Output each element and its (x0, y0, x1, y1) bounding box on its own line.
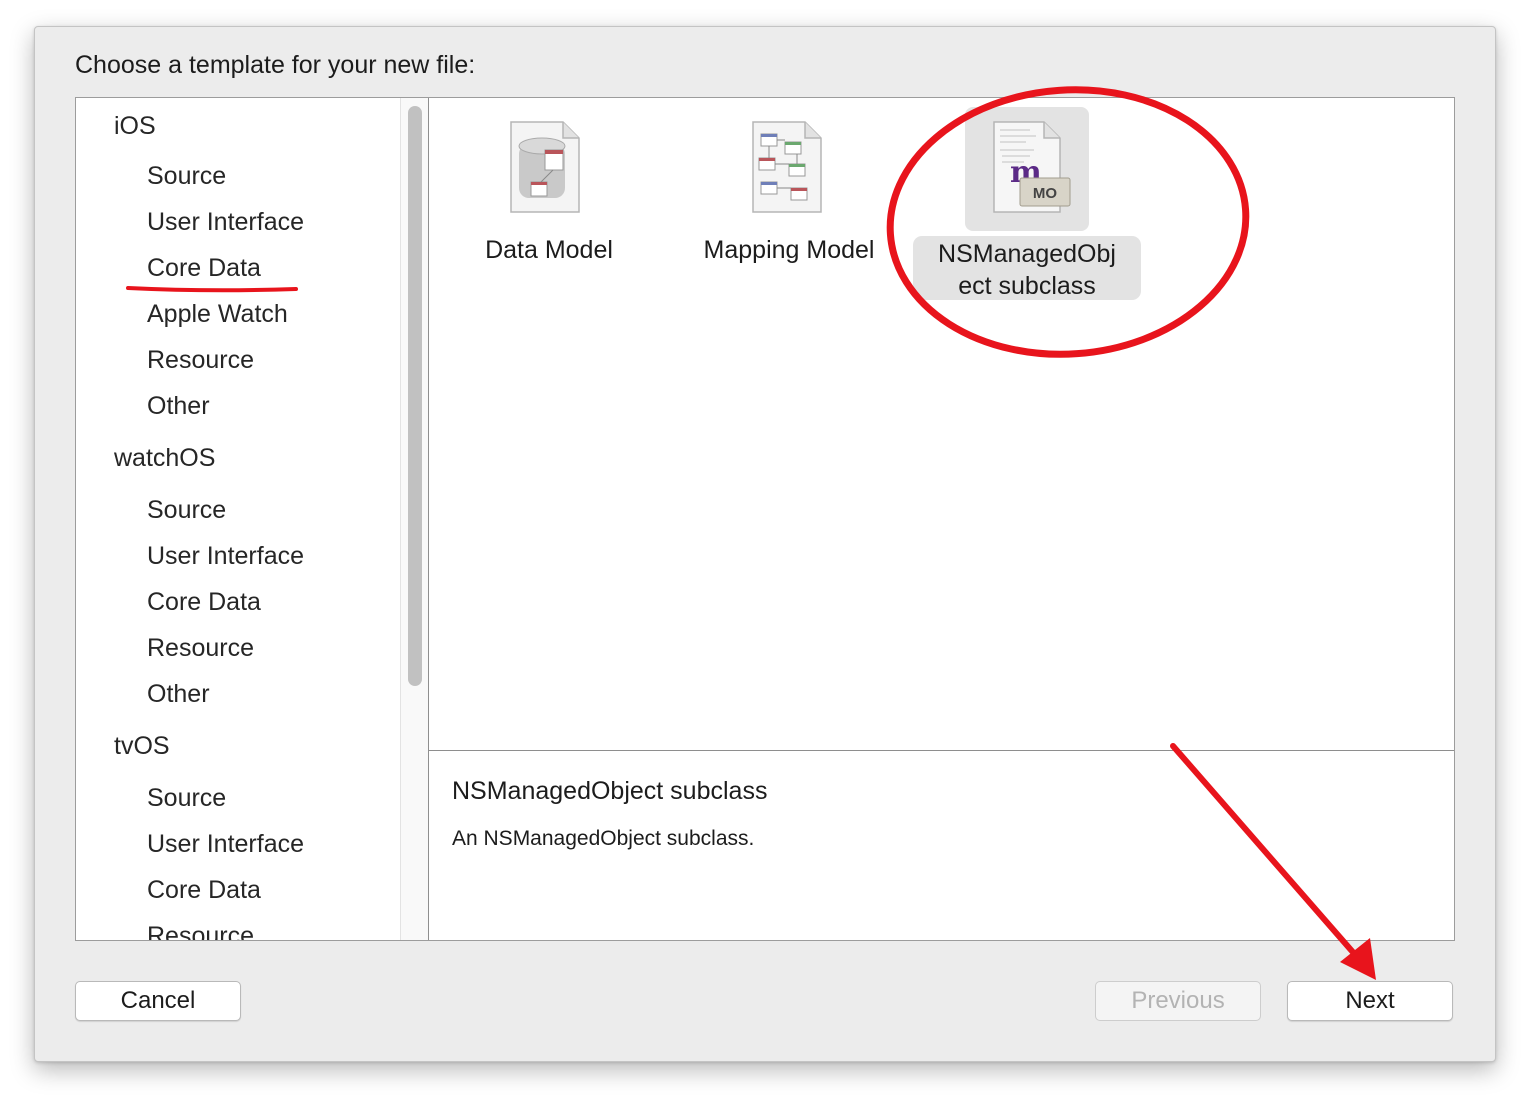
sidebar-item-ios-user-interface[interactable]: User Interface (147, 208, 304, 237)
sidebar-item-tvos-user-interface[interactable]: User Interface (147, 830, 304, 859)
sidebar-item-watchos-user-interface[interactable]: User Interface (147, 542, 304, 571)
template-description-area: NSManagedObject subclass An NSManagedObj… (429, 750, 1454, 940)
template-nsmanagedobject-label-line2: ect subclass (958, 272, 1096, 300)
sidebar-item-ios-apple-watch[interactable]: Apple Watch (147, 300, 288, 329)
template-grid: Data Model Mapping Model m MO NSManagedO… (429, 98, 1454, 750)
sidebar-scrollbar-thumb[interactable] (408, 106, 422, 686)
sidebar-item-tvos-source[interactable]: Source (147, 784, 226, 813)
next-button[interactable]: Next (1287, 981, 1453, 1021)
sidebar-item-tvos-resource[interactable]: Resource (147, 922, 254, 940)
template-description-title: NSManagedObject subclass (452, 777, 768, 805)
sidebar-item-ios-resource[interactable]: Resource (147, 346, 254, 375)
sidebar-item-watchos-other[interactable]: Other (147, 680, 210, 709)
sidebar-item-tvos-core-data[interactable]: Core Data (147, 876, 261, 905)
new-file-dialog: Choose a template for your new file: iOS… (34, 26, 1496, 1062)
template-description-text: An NSManagedObject subclass. (452, 827, 755, 850)
nsmanagedobject-icon-badge: MO (1033, 185, 1057, 202)
template-chooser-panel: iOS Source User Interface Core Data Appl… (75, 97, 1455, 941)
sidebar-item-watchos-source[interactable]: Source (147, 496, 226, 525)
previous-button[interactable]: Previous (1095, 981, 1261, 1021)
sidebar-platform-ios: iOS (114, 112, 156, 140)
sidebar-platform-tvos: tvOS (114, 732, 170, 760)
sidebar-item-ios-core-data[interactable]: Core Data (147, 254, 261, 283)
sidebar-item-ios-other[interactable]: Other (147, 392, 210, 421)
sidebar-platform-watchos: watchOS (114, 444, 216, 472)
platform-sidebar: iOS Source User Interface Core Data Appl… (76, 98, 400, 940)
template-nsmanagedobject-label-line1: NSManagedObj (938, 240, 1116, 268)
nsmanagedobject-icon: m MO (993, 121, 1071, 213)
dialog-prompt: Choose a template for your new file: (75, 51, 476, 79)
sidebar-item-ios-source[interactable]: Source (147, 162, 226, 191)
sidebar-item-watchos-resource[interactable]: Resource (147, 634, 254, 663)
cancel-button[interactable]: Cancel (75, 981, 241, 1021)
sidebar-scrollbar[interactable] (400, 98, 429, 940)
sidebar-item-watchos-core-data[interactable]: Core Data (147, 588, 261, 617)
template-nsmanagedobject-subclass[interactable]: m MO NSManagedObj ect subclass (429, 98, 1454, 318)
